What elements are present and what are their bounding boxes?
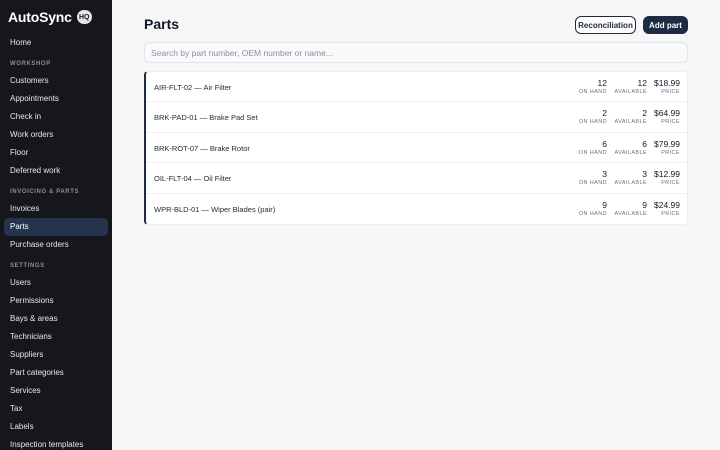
list-item[interactable]: AIR-FLT-02 — Air Filter 12 ON HAND 12 AV… <box>146 72 687 103</box>
part-name: BRK-PAD-01 — Brake Pad Set <box>154 113 258 123</box>
list-item[interactable]: OIL-FLT-04 — Oil Filter 3 ON HAND 3 AVAI… <box>146 163 687 194</box>
on-hand-metric: 3 ON HAND <box>567 169 607 188</box>
hq-badge-icon: HQ <box>76 10 92 24</box>
sidebar-item-part-categories[interactable]: Part categories <box>4 364 108 382</box>
on-hand-value: 2 <box>602 108 607 119</box>
sidebar-item-deferred-work[interactable]: Deferred work <box>4 162 108 180</box>
on-hand-value: 3 <box>602 169 607 180</box>
on-hand-metric: 9 ON HAND <box>567 200 607 219</box>
list-item[interactable]: BRK-ROT-07 — Brake Rotor 6 ON HAND 6 AVA… <box>146 133 687 164</box>
sidebar-item-purchase-orders[interactable]: Purchase orders <box>4 236 108 254</box>
add-part-button[interactable]: Add part <box>643 16 688 34</box>
part-name: WPR-BLD-01 — Wiper Blades (pair) <box>154 204 276 214</box>
sidebar-item-floor[interactable]: Floor <box>4 144 108 162</box>
brand[interactable]: AutoSync HQ <box>0 0 112 34</box>
price-value: $24.99 <box>654 199 680 210</box>
sidebar-item-parts[interactable]: Parts <box>4 218 108 236</box>
on-hand-label: ON HAND <box>578 180 607 187</box>
sidebar-item-users[interactable]: Users <box>4 274 108 292</box>
search-input[interactable] <box>144 42 688 63</box>
page-title: Parts <box>144 16 180 32</box>
sidebar-item-labels[interactable]: Labels <box>4 418 108 436</box>
price-value: $79.99 <box>654 138 680 149</box>
price-value: $18.99 <box>654 78 680 88</box>
price-metric: $18.99 PRICE <box>640 78 680 97</box>
part-name: BRK-ROT-07 — Brake Rotor <box>154 143 250 153</box>
sidebar-item-work-orders[interactable]: Work orders <box>4 126 108 144</box>
sidebar-item-check-in[interactable]: Check in <box>4 108 108 126</box>
sidebar-item-suppliers[interactable]: Suppliers <box>4 346 108 364</box>
sidebar: AutoSync HQ Home WORKSHOP Customers Appo… <box>0 0 112 450</box>
sidebar-item-permissions[interactable]: Permissions <box>4 292 108 310</box>
on-hand-label: ON HAND <box>578 149 607 156</box>
price-label: PRICE <box>661 89 680 95</box>
price-metric: $12.99 PRICE <box>640 169 680 188</box>
on-hand-label: ON HAND <box>578 89 607 95</box>
reconciliation-button[interactable]: Reconciliation <box>575 16 636 34</box>
on-hand-value: 12 <box>597 78 607 88</box>
on-hand-label: ON HAND <box>578 210 607 217</box>
sidebar-item-customers[interactable]: Customers <box>4 72 108 90</box>
main-content: Parts Reconciliation Add part AIR-FLT-02… <box>112 0 720 450</box>
app-name: AutoSync <box>8 9 72 25</box>
sidebar-item-home[interactable]: Home <box>4 34 108 52</box>
sidebar-nav: Home WORKSHOP Customers Appointments Che… <box>0 34 112 450</box>
part-name: AIR-FLT-02 — Air Filter <box>154 83 232 92</box>
on-hand-value: 9 <box>602 199 607 210</box>
price-value: $64.99 <box>654 108 680 119</box>
price-metric: $64.99 PRICE <box>640 108 680 127</box>
on-hand-metric: 6 ON HAND <box>567 139 607 158</box>
on-hand-value: 6 <box>602 138 607 149</box>
list-item[interactable]: BRK-PAD-01 — Brake Pad Set 2 ON HAND 2 A… <box>146 102 687 133</box>
sidebar-item-inspection-templates[interactable]: Inspection templates <box>4 436 108 450</box>
on-hand-label: ON HAND <box>578 119 607 126</box>
sidebar-section-workshop: WORKSHOP <box>10 61 51 67</box>
price-label: PRICE <box>661 119 680 126</box>
sidebar-section-invoicing-parts: INVOICING & PARTS <box>10 189 80 195</box>
list-item[interactable]: WPR-BLD-01 — Wiper Blades (pair) 9 ON HA… <box>146 194 687 224</box>
price-metric: $79.99 PRICE <box>640 139 680 158</box>
sidebar-item-bays-areas[interactable]: Bays & areas <box>4 310 108 328</box>
sidebar-item-tax[interactable]: Tax <box>4 400 108 418</box>
on-hand-metric: 2 ON HAND <box>567 108 607 127</box>
parts-list: AIR-FLT-02 — Air Filter 12 ON HAND 12 AV… <box>144 71 688 225</box>
price-value: $12.99 <box>654 169 680 180</box>
sidebar-item-technicians[interactable]: Technicians <box>4 328 108 346</box>
on-hand-metric: 12 ON HAND <box>567 78 607 97</box>
price-metric: $24.99 PRICE <box>640 200 680 219</box>
price-label: PRICE <box>661 210 680 217</box>
sidebar-section-settings: SETTINGS <box>10 263 45 269</box>
price-label: PRICE <box>661 149 680 156</box>
sidebar-item-appointments[interactable]: Appointments <box>4 90 108 108</box>
sidebar-item-invoices[interactable]: Invoices <box>4 200 108 218</box>
sidebar-item-services[interactable]: Services <box>4 382 108 400</box>
part-name: OIL-FLT-04 — Oil Filter <box>154 174 232 184</box>
price-label: PRICE <box>661 180 680 187</box>
